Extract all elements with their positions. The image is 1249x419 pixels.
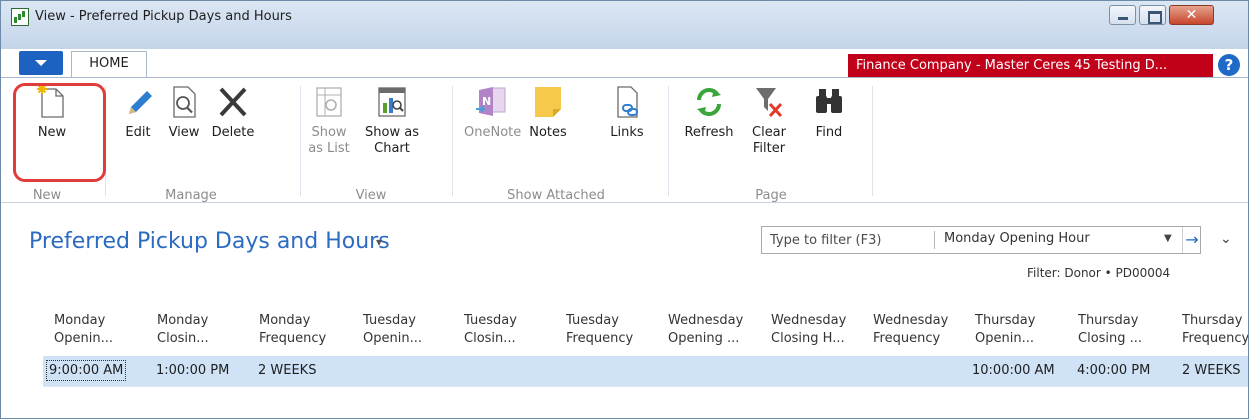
onenote-label: OneNote xyxy=(464,125,522,140)
links-button[interactable]: Links xyxy=(605,83,649,171)
column-header[interactable]: Monday Frequency xyxy=(259,312,355,348)
group-divider xyxy=(872,86,873,196)
help-icon[interactable]: ? xyxy=(1218,54,1240,76)
binoculars-icon xyxy=(811,83,847,121)
link-document-icon xyxy=(609,83,645,121)
refresh-button[interactable]: Refresh xyxy=(681,83,737,171)
page-title[interactable]: Preferred Pickup Days and Hours xyxy=(29,229,390,254)
group-label-show-attached: Show Attached xyxy=(507,188,605,203)
view-button[interactable]: View xyxy=(162,83,206,171)
company-banner[interactable]: Finance Company - Master Ceres 45 Testin… xyxy=(848,54,1213,77)
refresh-label: Refresh xyxy=(684,125,734,140)
column-header[interactable]: Monday Openin... xyxy=(54,312,150,348)
clear-filter-label-2: Filter xyxy=(752,141,786,156)
show-as-list-label-2: as List xyxy=(308,141,350,156)
filter-input[interactable] xyxy=(762,227,932,253)
window-title: View - Preferred Pickup Days and Hours xyxy=(35,9,292,24)
table-cell[interactable]: 9:00:00 AM xyxy=(45,360,127,381)
chevron-down-icon[interactable]: ▾ xyxy=(376,235,382,249)
minimize-button[interactable] xyxy=(1109,5,1136,25)
column-header[interactable]: Thursday Openin... xyxy=(975,312,1071,348)
view-document-icon xyxy=(166,83,202,121)
clear-filter-button[interactable]: Clear Filter xyxy=(744,83,794,171)
sticky-note-icon xyxy=(530,83,566,121)
filter-divider xyxy=(934,231,935,249)
column-header[interactable]: Wednesday Opening ... xyxy=(668,312,764,348)
active-filter-text: Filter: Donor • PD00004 xyxy=(1027,266,1171,280)
filter-bar: Monday Opening Hour ▼ → xyxy=(761,226,1201,254)
table-cell[interactable]: 4:00:00 PM xyxy=(1077,363,1150,378)
arrow-right-icon[interactable]: → xyxy=(1182,227,1201,253)
maximize-button[interactable] xyxy=(1139,5,1166,25)
svg-text:N: N xyxy=(482,95,491,108)
group-label-manage: Manage xyxy=(165,188,217,203)
column-header[interactable]: Thursday Frequency xyxy=(1182,312,1248,348)
show-as-list-label-1: Show xyxy=(311,125,347,140)
table-cell[interactable]: 2 WEEKS xyxy=(258,363,316,378)
application-window: View - Preferred Pickup Days and Hours ✕… xyxy=(0,0,1249,419)
group-divider xyxy=(300,86,301,196)
group-label-new: New xyxy=(32,188,62,203)
table-cell[interactable]: 2 WEEKS xyxy=(1182,363,1240,378)
show-as-chart-label-1: Show as xyxy=(365,125,419,140)
edit-button[interactable]: Edit xyxy=(116,83,160,171)
column-header[interactable]: Tuesday Frequency xyxy=(566,312,662,348)
title-bar: View - Preferred Pickup Days and Hours ✕ xyxy=(1,1,1248,49)
find-label: Find xyxy=(815,125,843,140)
show-as-list-button[interactable]: Show as List xyxy=(304,83,354,171)
close-button[interactable]: ✕ xyxy=(1169,5,1214,25)
filter-field-select[interactable]: Monday Opening Hour xyxy=(944,231,1090,246)
pencil-icon xyxy=(120,83,156,121)
tab-home[interactable]: HOME xyxy=(71,51,147,77)
chart-icon xyxy=(374,83,410,121)
column-header[interactable]: Monday Closin... xyxy=(157,312,253,348)
refresh-icon xyxy=(691,83,727,121)
ribbon: New New Edit View Delete Manage Show as … xyxy=(1,77,1248,203)
table-cell[interactable]: 1:00:00 PM xyxy=(156,363,229,378)
dropdown-arrow-icon[interactable]: ▼ xyxy=(1164,233,1172,244)
find-button[interactable]: Find xyxy=(809,83,849,171)
group-label-page: Page xyxy=(755,188,787,203)
column-header[interactable]: Tuesday Closin... xyxy=(464,312,560,348)
delete-x-icon xyxy=(215,83,251,121)
column-header[interactable]: Wednesday Closing H... xyxy=(771,312,867,348)
app-icon xyxy=(11,8,29,26)
onenote-icon: N xyxy=(474,83,510,121)
list-icon xyxy=(311,83,347,121)
application-menu-button[interactable] xyxy=(19,51,63,75)
group-label-view: View xyxy=(355,188,387,203)
group-divider xyxy=(668,86,669,196)
clear-filter-label-1: Clear xyxy=(752,125,786,140)
column-header[interactable]: Wednesday Frequency xyxy=(873,312,969,348)
table-cell[interactable]: 10:00:00 AM xyxy=(972,363,1055,378)
links-label: Links xyxy=(610,125,644,140)
clear-filter-icon xyxy=(751,83,787,121)
notes-button[interactable]: Notes xyxy=(523,83,573,171)
column-header[interactable]: Tuesday Openin... xyxy=(363,312,459,348)
close-icon: ✕ xyxy=(1185,7,1198,23)
delete-button[interactable]: Delete xyxy=(208,83,258,171)
collapse-chevron-icon[interactable]: ⌄ xyxy=(1220,231,1232,247)
show-as-chart-button[interactable]: Show as Chart xyxy=(362,83,422,171)
row-divider xyxy=(43,386,1248,387)
view-button-label: View xyxy=(168,125,200,140)
show-as-chart-label-2: Chart xyxy=(374,141,410,156)
new-button-highlight xyxy=(13,83,106,182)
edit-button-label: Edit xyxy=(125,125,151,140)
group-divider xyxy=(452,86,453,196)
notes-label: Notes xyxy=(529,125,567,140)
onenote-button[interactable]: N OneNote xyxy=(464,83,522,171)
delete-button-label: Delete xyxy=(211,125,255,140)
column-header[interactable]: Thursday Closing ... xyxy=(1078,312,1174,348)
